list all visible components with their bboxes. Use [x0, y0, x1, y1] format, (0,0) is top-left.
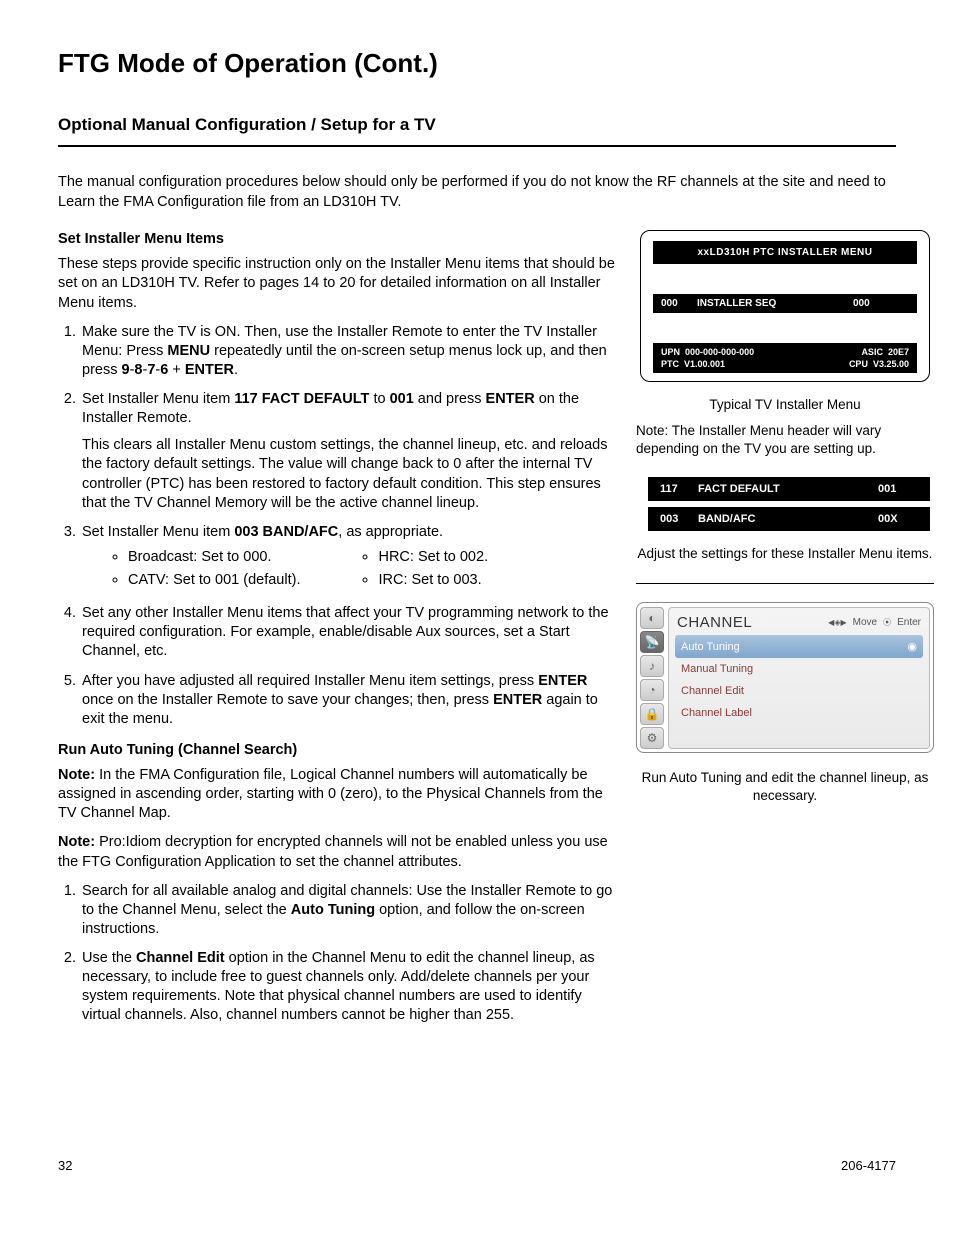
sub-paragraph: This clears all Installer Menu custom se…: [82, 436, 618, 513]
radio-icon: ◉: [907, 640, 917, 653]
menu-label: INSTALLER SEQ: [697, 298, 845, 309]
panel-footer: UPN 000-000-000-000 PTC V1.00.001 ASIC 2…: [653, 343, 917, 373]
list-item: Set any other Installer Menu items that …: [80, 604, 618, 661]
menu-icon-strip: ◐ 📡 ♪ ◔ 🔒 ⚙: [640, 607, 664, 749]
left-column: Set Installer Menu Items These steps pro…: [58, 230, 618, 1037]
channel-item[interactable]: Auto Tuning ◉: [675, 635, 923, 658]
list-item: Set Installer Menu item 117 FACT DEFAULT…: [80, 390, 618, 513]
option-icon: ⚙: [640, 727, 664, 749]
time-icon: ◔: [640, 679, 664, 701]
panel-header: xxLD310H PTC INSTALLER MENU: [653, 241, 917, 264]
picture-icon: ◐: [640, 607, 664, 629]
subheading: Set Installer Menu Items: [58, 230, 618, 249]
setting-bar: 003 BAND/AFC 00X: [648, 507, 930, 531]
note-text: Note: The Installer Menu header will var…: [636, 422, 934, 457]
caption: Run Auto Tuning and edit the channel lin…: [636, 769, 934, 805]
audio-icon: ♪: [640, 655, 664, 677]
bullet-list: HRC: Set to 002. IRC: Set to 003.: [360, 548, 488, 594]
bullet-item: IRC: Set to 003.: [378, 571, 488, 590]
channel-item[interactable]: Channel Edit: [675, 680, 923, 702]
move-hint: Move: [853, 617, 877, 628]
subheading: Run Auto Tuning (Channel Search): [58, 741, 618, 760]
list-item: Make sure the TV is ON. Then, use the In…: [80, 323, 618, 380]
divider: [636, 583, 934, 584]
menu-label: BAND/AFC: [698, 513, 868, 525]
list-item: Set Installer Menu item 003 BAND/AFC, as…: [80, 523, 618, 594]
list-item: Search for all available analog and digi…: [80, 882, 618, 939]
menu-label: FACT DEFAULT: [698, 483, 868, 495]
note-text: Note: In the FMA Conﬁguration ﬁle, Logic…: [58, 766, 618, 823]
channel-title: CHANNEL: [677, 614, 822, 631]
move-icon: ◀◈▶: [828, 618, 846, 627]
channel-menu: ◐ 📡 ♪ ◔ 🔒 ⚙ CHANNEL ◀◈▶ Move ⦿ Enter: [636, 602, 934, 753]
bullet-item: Broadcast: Set to 000.: [128, 548, 300, 567]
right-column: xxLD310H PTC INSTALLER MENU 000 INSTALLE…: [636, 230, 934, 1037]
list-item: After you have adjusted all required Ins…: [80, 672, 618, 729]
section-title: Optional Manual Configuration / Setup fo…: [58, 115, 896, 135]
installer-menu-panel: xxLD310H PTC INSTALLER MENU 000 INSTALLE…: [640, 230, 930, 382]
menu-code: 000: [661, 298, 689, 309]
note-text: Note: Pro:Idiom decryption for encrypted…: [58, 833, 618, 871]
bullet-item: CATV: Set to 001 (default).: [128, 571, 300, 590]
caption: Typical TV Installer Menu: [636, 396, 934, 414]
menu-value: 001: [878, 483, 918, 495]
channel-item[interactable]: Channel Label: [675, 702, 923, 724]
list-item: Use the Channel Edit option in the Chann…: [80, 949, 618, 1026]
bullet-list: Broadcast: Set to 000. CATV: Set to 001 …: [110, 548, 300, 594]
caption: Adjust the settings for these Installer …: [636, 545, 934, 563]
channel-icon: 📡: [640, 631, 664, 653]
menu-code: 003: [660, 513, 688, 525]
page-title: FTG Mode of Operation (Cont.): [58, 48, 896, 79]
page-number: 32: [58, 1158, 72, 1173]
doc-number: 206-4177: [841, 1158, 896, 1173]
ordered-list: Search for all available analog and digi…: [58, 882, 618, 1026]
panel-row: 000 INSTALLER SEQ 000: [653, 294, 917, 313]
bullet-item: HRC: Set to 002.: [378, 548, 488, 567]
body-text: These steps provide speciﬁc instruction …: [58, 255, 618, 312]
footer: 32 206-4177: [58, 1158, 896, 1173]
setting-bar: 117 FACT DEFAULT 001: [648, 477, 930, 501]
ordered-list: Make sure the TV is ON. Then, use the In…: [58, 323, 618, 729]
lock-icon: 🔒: [640, 703, 664, 725]
channel-body: CHANNEL ◀◈▶ Move ⦿ Enter Auto Tuning ◉ M…: [668, 607, 930, 749]
intro-text: The manual configuration procedures belo…: [58, 173, 896, 212]
divider: [58, 145, 896, 147]
menu-value: 000: [853, 298, 909, 309]
enter-hint: Enter: [897, 617, 921, 628]
menu-code: 117: [660, 483, 688, 495]
enter-icon: ⦿: [883, 617, 891, 628]
menu-value: 00X: [878, 513, 918, 525]
channel-item[interactable]: Manual Tuning: [675, 658, 923, 680]
